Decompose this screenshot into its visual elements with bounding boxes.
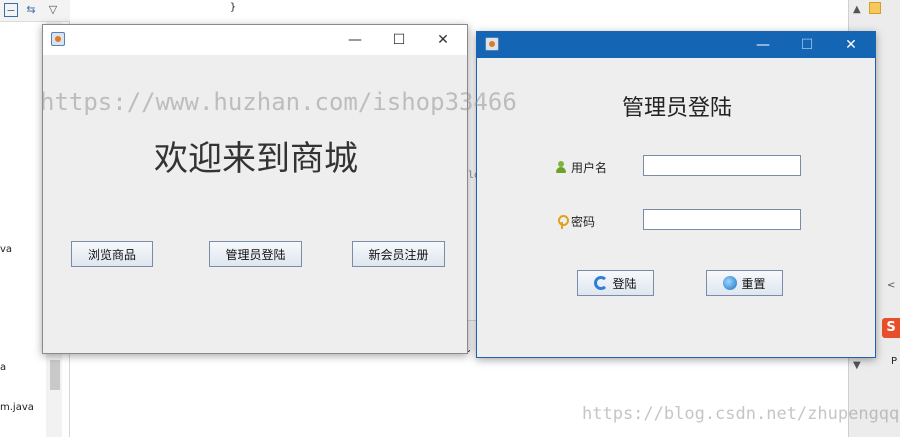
shop-window-titlebar[interactable]: — ☐ ✕ bbox=[43, 25, 467, 55]
watermark-bottom: https://blog.csdn.net/zhupengqq bbox=[582, 404, 900, 424]
tree-item-file[interactable]: va bbox=[0, 244, 12, 255]
login-window-titlebar[interactable]: — ☐ ✕ bbox=[477, 32, 875, 58]
view-menu-icon[interactable]: ▽ bbox=[46, 3, 60, 17]
reset-button[interactable]: 重置 bbox=[706, 270, 783, 296]
login-arrow-icon bbox=[594, 276, 609, 290]
collapse-all-icon[interactable]: − bbox=[4, 3, 18, 17]
password-label-text: 密码 bbox=[571, 215, 596, 229]
button-label: 浏览商品 bbox=[87, 247, 136, 262]
java-app-icon bbox=[51, 32, 65, 46]
button-label: 重置 bbox=[741, 276, 766, 291]
chevron-left-icon[interactable]: < bbox=[887, 280, 895, 291]
password-label: 密码 bbox=[557, 213, 595, 230]
admin-login-window: — ☐ ✕ 管理员登陆 用户名 密码 登陆 重置 bbox=[476, 31, 876, 358]
browse-products-button[interactable]: 浏览商品 bbox=[71, 241, 153, 267]
username-label-text: 用户名 bbox=[571, 161, 608, 175]
panel-label: P bbox=[891, 356, 898, 367]
close-button[interactable]: ✕ bbox=[829, 32, 873, 58]
code-brace: } bbox=[230, 2, 237, 13]
key-icon bbox=[557, 214, 569, 229]
login-button[interactable]: 登陆 bbox=[577, 270, 654, 296]
username-input[interactable] bbox=[643, 155, 801, 176]
tree-item-file[interactable]: m.java bbox=[0, 402, 34, 413]
welcome-heading: 欢迎来到商城 bbox=[154, 139, 358, 179]
user-icon bbox=[555, 161, 567, 174]
login-title: 管理员登陆 bbox=[621, 96, 732, 121]
button-label: 登陆 bbox=[612, 276, 637, 291]
maximize-button[interactable]: ☐ bbox=[785, 32, 829, 58]
tree-item-file[interactable]: a bbox=[0, 362, 6, 373]
watermark-top: https://www.huzhan.com/ishop33466 bbox=[40, 88, 517, 116]
button-label: 管理员登陆 bbox=[225, 247, 286, 262]
maximize-button[interactable]: ☐ bbox=[377, 25, 421, 55]
ime-icon: S bbox=[882, 318, 900, 338]
minimize-button[interactable]: — bbox=[333, 25, 377, 55]
shop-main-window: — ☐ ✕ 欢迎来到商城 浏览商品 管理员登陆 新会员注册 bbox=[42, 24, 468, 354]
java-app-icon bbox=[485, 37, 499, 51]
scroll-up-icon[interactable]: ▲ bbox=[853, 4, 861, 15]
admin-login-button[interactable]: 管理员登陆 bbox=[209, 241, 302, 267]
explorer-scroll-thumb[interactable] bbox=[50, 360, 60, 390]
reset-icon bbox=[723, 276, 738, 290]
marker-icon bbox=[869, 2, 881, 14]
username-label: 用户名 bbox=[555, 159, 607, 176]
scroll-down-icon[interactable]: ▼ bbox=[853, 360, 861, 371]
register-member-button[interactable]: 新会员注册 bbox=[352, 241, 445, 267]
link-editor-icon[interactable]: ⇆ bbox=[24, 3, 38, 17]
explorer-toolbar: − ⇆ ▽ bbox=[0, 0, 70, 22]
button-label: 新会员注册 bbox=[368, 247, 429, 262]
close-button[interactable]: ✕ bbox=[421, 25, 465, 55]
minimize-button[interactable]: — bbox=[741, 32, 785, 58]
password-input[interactable] bbox=[643, 209, 801, 230]
